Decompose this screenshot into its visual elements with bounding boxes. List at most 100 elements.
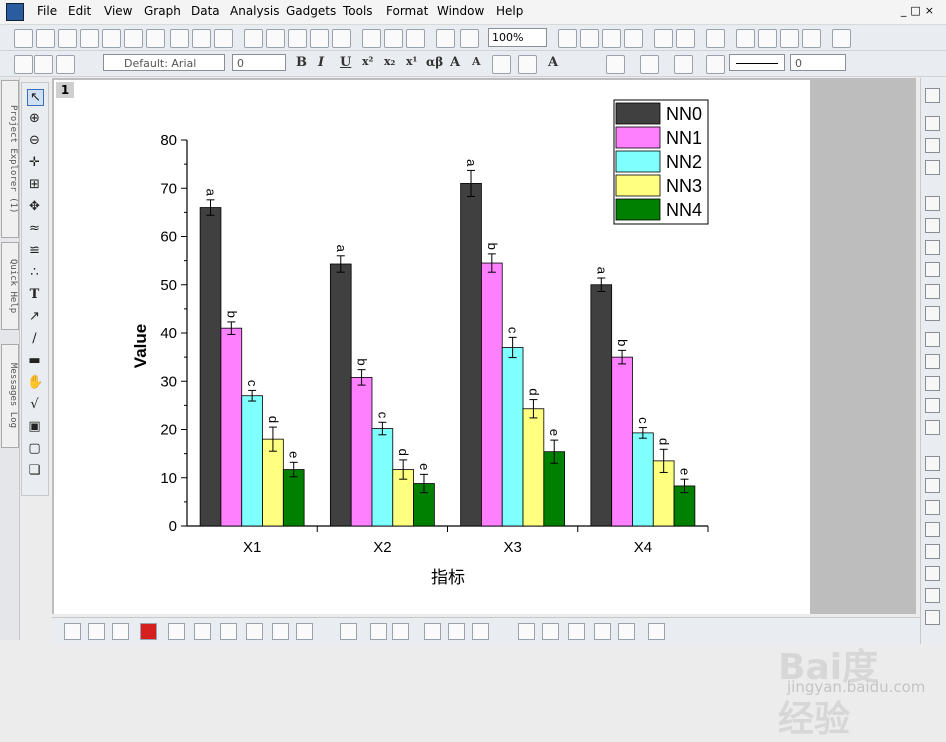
grid-plot-icon[interactable] bbox=[168, 623, 185, 640]
import-ascii-icon[interactable] bbox=[362, 29, 381, 48]
tab-messages-log[interactable]: Messages Log bbox=[1, 344, 19, 448]
command-window-icon[interactable] bbox=[758, 29, 777, 48]
screen-reader-icon[interactable]: ✛ bbox=[27, 155, 42, 170]
supersub-button[interactable]: x¹ bbox=[406, 55, 417, 68]
refresh-icon[interactable] bbox=[580, 29, 599, 48]
menu-file[interactable]: File bbox=[37, 4, 57, 18]
code-builder-icon[interactable] bbox=[654, 29, 673, 48]
group-icon[interactable] bbox=[925, 522, 940, 537]
layer-tag[interactable]: 1 bbox=[56, 82, 74, 98]
new-graph-icon[interactable] bbox=[102, 29, 121, 48]
front-icon[interactable] bbox=[925, 478, 940, 493]
mask-points-icon[interactable]: ∴ bbox=[27, 265, 42, 280]
line-symbol-plot-icon[interactable] bbox=[112, 623, 129, 640]
arrange-icon[interactable] bbox=[925, 456, 940, 471]
tab-project-explorer[interactable]: Project Explorer (1) bbox=[1, 80, 19, 238]
subscript-button[interactable]: x₂ bbox=[384, 55, 395, 68]
toolbar-dialog-icon[interactable] bbox=[780, 29, 799, 48]
project-explorer-icon[interactable] bbox=[706, 29, 725, 48]
decrease-font-button[interactable]: A bbox=[472, 55, 481, 68]
page-setup-icon[interactable] bbox=[602, 29, 621, 48]
equation-icon[interactable]: √ bbox=[27, 397, 42, 412]
save-template-icon[interactable] bbox=[332, 29, 351, 48]
pointer-icon[interactable]: ↖ bbox=[27, 89, 44, 106]
zoom-out-icon[interactable]: ⊖ bbox=[27, 133, 42, 148]
light-icon[interactable] bbox=[706, 55, 725, 74]
arrow-tool-icon[interactable]: ↗ bbox=[27, 309, 42, 324]
pattern-icon[interactable] bbox=[640, 55, 659, 74]
polar-plot-icon[interactable] bbox=[246, 623, 263, 640]
merge-icon[interactable] bbox=[925, 138, 940, 153]
align-left-icon[interactable] bbox=[492, 55, 511, 74]
table-icon[interactable] bbox=[925, 420, 940, 435]
save-project-icon[interactable] bbox=[310, 29, 329, 48]
legend-icon[interactable] bbox=[925, 332, 940, 347]
3d-surface-icon[interactable] bbox=[340, 623, 357, 640]
app-icon[interactable] bbox=[6, 3, 24, 21]
new-excel-icon[interactable] bbox=[80, 29, 99, 48]
open-excel-icon[interactable] bbox=[288, 29, 307, 48]
graph-layout-icon[interactable] bbox=[925, 116, 940, 131]
menu-data[interactable]: Data bbox=[191, 4, 220, 18]
increase-font-button[interactable]: A bbox=[450, 55, 460, 70]
window-controls[interactable]: _□× bbox=[901, 4, 938, 17]
swap-icon[interactable] bbox=[568, 623, 585, 640]
superscript-button[interactable]: x² bbox=[362, 55, 373, 68]
recalculate-icon[interactable] bbox=[460, 29, 479, 48]
add-top-x-icon[interactable] bbox=[925, 240, 940, 255]
new-notes-icon[interactable] bbox=[36, 29, 55, 48]
template-icon[interactable] bbox=[296, 623, 313, 640]
contour-icon[interactable] bbox=[424, 623, 441, 640]
lock-icon[interactable] bbox=[925, 610, 940, 625]
line-style-select[interactable] bbox=[729, 54, 785, 71]
new-layout-icon[interactable] bbox=[170, 29, 189, 48]
region-icon[interactable]: ▢ bbox=[27, 441, 42, 456]
area-plot-icon[interactable] bbox=[220, 623, 237, 640]
duplicate-icon[interactable] bbox=[436, 29, 455, 48]
zoom-select[interactable]: 100% bbox=[488, 28, 547, 47]
text-tool-icon[interactable]: T bbox=[27, 287, 42, 302]
print-icon[interactable] bbox=[558, 29, 577, 48]
add-column-icon[interactable] bbox=[832, 29, 851, 48]
graph-page[interactable]: 1 0 10 20 30 40 50 60 70 80 X1 X2 X3 X4 abcdeabcdeab… bbox=[54, 80, 810, 614]
ungroup-icon[interactable] bbox=[925, 544, 940, 559]
flip-icon[interactable] bbox=[618, 623, 635, 640]
clock-icon[interactable] bbox=[925, 398, 940, 413]
tab-quick-help[interactable]: Quick Help bbox=[1, 242, 19, 330]
object-icon[interactable]: ❏ bbox=[27, 463, 42, 478]
rotate-icon[interactable] bbox=[594, 623, 611, 640]
greek-button[interactable]: αβ bbox=[426, 55, 443, 69]
fill-color-icon[interactable] bbox=[606, 55, 625, 74]
menu-tools[interactable]: Tools bbox=[343, 4, 373, 18]
draw-data-icon[interactable]: ≌ bbox=[27, 243, 42, 258]
sort-icon[interactable] bbox=[648, 623, 665, 640]
data-selector-icon[interactable]: ✥ bbox=[27, 199, 42, 214]
find-icon[interactable] bbox=[736, 29, 755, 48]
line-spacing-icon[interactable] bbox=[518, 55, 537, 74]
import-wizard-icon[interactable] bbox=[406, 29, 425, 48]
copy-icon[interactable] bbox=[34, 55, 53, 74]
rectangle-tool-icon[interactable]: ▬ bbox=[27, 353, 42, 368]
import-multiple-icon[interactable] bbox=[384, 29, 403, 48]
font-color-button[interactable]: A bbox=[548, 55, 558, 70]
open-icon[interactable] bbox=[244, 29, 263, 48]
menu-gadgets[interactable]: Gadgets bbox=[286, 4, 336, 18]
3d-scatter-icon[interactable] bbox=[392, 623, 409, 640]
add-bottom-x-icon[interactable] bbox=[925, 196, 940, 211]
line-width-select[interactable]: 0 bbox=[790, 54, 846, 71]
stock-plot-icon[interactable] bbox=[272, 623, 289, 640]
menu-analysis[interactable]: Analysis bbox=[230, 4, 279, 18]
hand-icon[interactable]: ✋ bbox=[27, 375, 43, 390]
add-inset-data-icon[interactable] bbox=[925, 306, 940, 321]
scale-in-icon[interactable]: ≈ bbox=[27, 221, 42, 236]
unmask-icon[interactable] bbox=[542, 623, 559, 640]
cut-icon[interactable] bbox=[14, 55, 33, 74]
italic-button[interactable]: I bbox=[318, 55, 324, 70]
underline-button[interactable]: U bbox=[340, 55, 351, 70]
add-left-y-icon[interactable] bbox=[925, 218, 940, 233]
menu-view[interactable]: View bbox=[104, 4, 132, 18]
new-function-icon[interactable] bbox=[146, 29, 165, 48]
layer-icon[interactable]: ▣ bbox=[27, 419, 42, 434]
open-template-icon[interactable] bbox=[266, 29, 285, 48]
menu-format[interactable]: Format bbox=[386, 4, 428, 18]
